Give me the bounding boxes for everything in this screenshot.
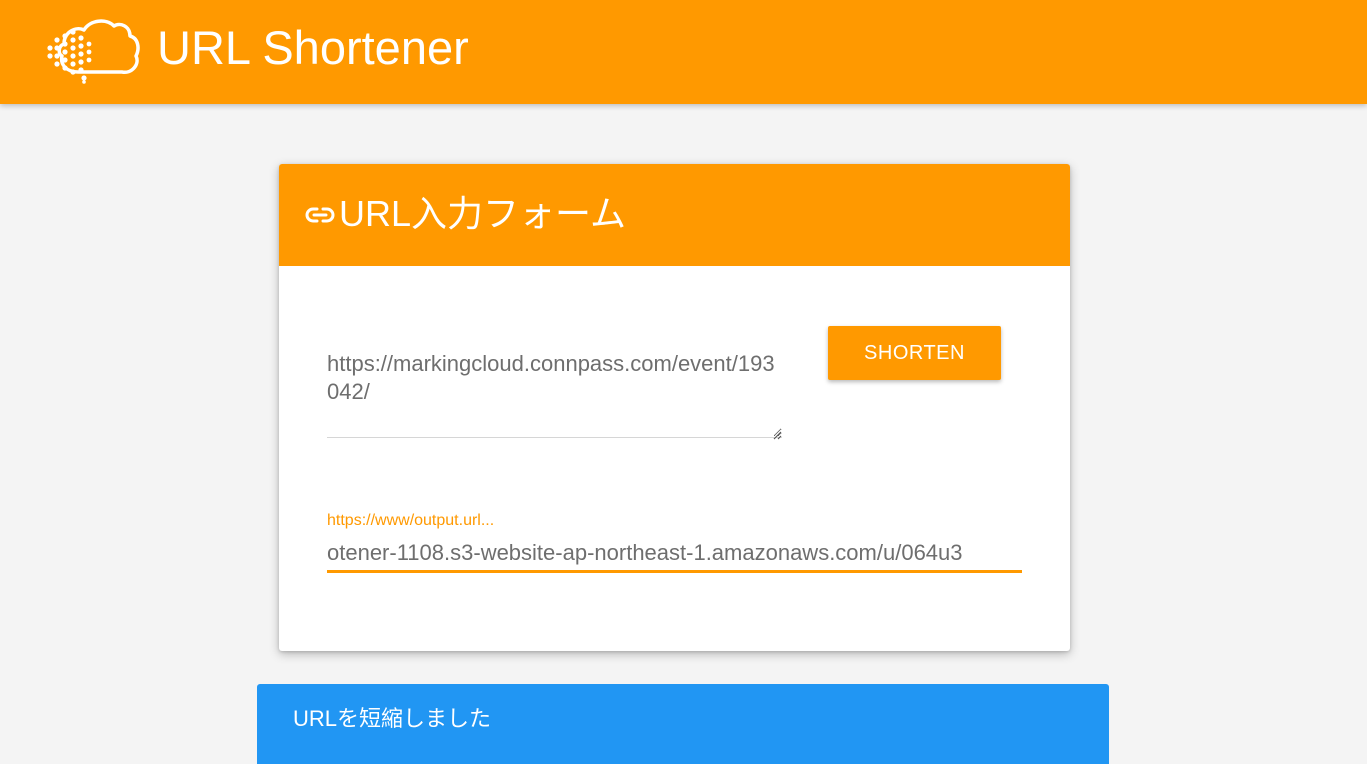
link-icon: [305, 207, 335, 223]
output-url-label: https://www/output.url...: [327, 512, 495, 529]
url-input-textarea[interactable]: https://markingcloud.connpass.com/event/…: [327, 346, 782, 438]
resize-grip-icon[interactable]: [772, 430, 782, 440]
output-url-field[interactable]: otener-1108.s3-website-ap-northeast-1.am…: [327, 536, 1022, 573]
output-url-value: otener-1108.s3-website-ap-northeast-1.am…: [327, 540, 963, 565]
cloud-dots-logo-icon: [47, 19, 140, 84]
card-title: URL入力フォーム: [339, 193, 626, 234]
app-bar: URL Shortener: [0, 0, 1367, 104]
success-notification-message: URLを短縮しました: [293, 706, 492, 731]
shorten-button[interactable]: Shorten: [828, 326, 1001, 380]
app-title: URL Shortener: [157, 21, 469, 74]
